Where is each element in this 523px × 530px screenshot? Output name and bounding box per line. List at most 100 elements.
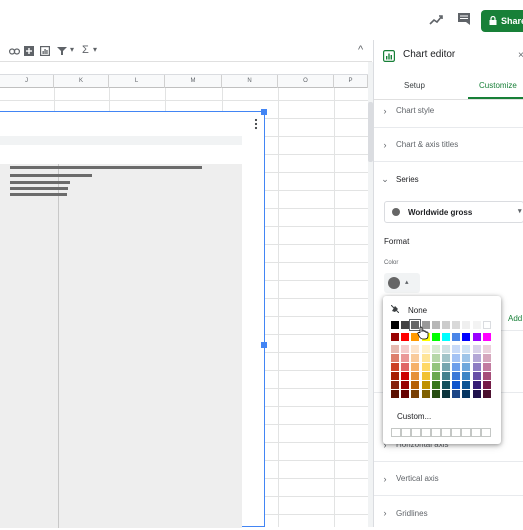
color-swatch[interactable] (472, 372, 481, 380)
color-swatch[interactable] (421, 345, 430, 353)
color-swatch[interactable] (452, 345, 461, 353)
color-swatch[interactable] (391, 345, 399, 353)
section-vertical-axis[interactable]: › Vertical axis (374, 462, 523, 496)
color-swatch[interactable] (442, 354, 450, 362)
chart-bar[interactable] (10, 181, 70, 184)
color-swatch[interactable] (452, 333, 461, 341)
custom-color-slot[interactable] (411, 428, 421, 437)
resize-handle-top-right[interactable] (261, 109, 267, 115)
color-swatch[interactable] (401, 390, 410, 398)
color-swatch[interactable] (431, 363, 440, 371)
color-swatch[interactable] (442, 345, 450, 353)
color-picker-button[interactable]: ▴ (384, 273, 420, 293)
color-swatch[interactable] (431, 381, 440, 389)
color-swatch[interactable] (431, 354, 440, 362)
add-button[interactable]: Add (508, 314, 522, 323)
custom-color-slot[interactable] (421, 428, 431, 437)
custom-color-slot[interactable] (451, 428, 461, 437)
color-swatch[interactable] (452, 390, 461, 398)
color-swatch[interactable] (421, 372, 430, 380)
color-swatch[interactable] (482, 333, 491, 341)
comment-icon[interactable] (457, 12, 471, 26)
custom-color-slot[interactable] (401, 428, 411, 437)
color-swatch[interactable] (431, 321, 440, 329)
section-series[interactable]: ⌄ Series (374, 162, 523, 196)
color-swatch[interactable] (442, 363, 450, 371)
custom-color-slot[interactable] (391, 428, 401, 437)
color-swatch[interactable] (431, 345, 440, 353)
color-swatch[interactable] (421, 363, 430, 371)
color-swatch[interactable] (462, 381, 471, 389)
functions-button[interactable]: Σ (82, 44, 89, 56)
color-swatch[interactable] (482, 354, 491, 362)
color-swatch[interactable] (401, 372, 410, 380)
color-swatch[interactable] (391, 354, 399, 362)
custom-color-slot[interactable] (431, 428, 441, 437)
chart-bar[interactable] (10, 166, 202, 169)
section-chart-axis-titles[interactable]: › Chart & axis titles (374, 128, 523, 162)
color-swatch[interactable] (452, 372, 461, 380)
color-swatch[interactable] (391, 333, 399, 341)
color-swatch[interactable] (482, 372, 491, 380)
functions-dropdown-icon[interactable]: ▾ (93, 45, 97, 54)
custom-color-slot[interactable] (481, 428, 491, 437)
tab-customize[interactable]: Customize (479, 81, 517, 90)
color-swatch[interactable] (391, 381, 399, 389)
color-swatch[interactable] (431, 333, 440, 341)
color-swatch[interactable] (482, 363, 491, 371)
color-swatch[interactable] (452, 354, 461, 362)
color-swatch[interactable] (401, 354, 410, 362)
color-swatch[interactable] (391, 363, 399, 371)
link-icon[interactable] (9, 47, 21, 58)
column-header-k[interactable]: K (54, 75, 109, 88)
chart-menu-icon[interactable] (254, 117, 258, 130)
insert-comment-icon[interactable] (24, 46, 34, 59)
color-swatch[interactable] (452, 363, 461, 371)
close-icon[interactable]: × (518, 50, 523, 61)
custom-color-slot[interactable] (441, 428, 451, 437)
column-header-o[interactable]: O (278, 75, 334, 88)
color-swatch[interactable] (452, 321, 461, 329)
collapse-toolbar-icon[interactable]: ^ (358, 44, 363, 56)
color-swatch[interactable] (442, 390, 450, 398)
color-swatch[interactable] (442, 333, 450, 341)
trending-icon[interactable] (428, 12, 444, 28)
filter-dropdown-icon[interactable]: ▾ (70, 45, 74, 54)
tab-setup[interactable]: Setup (404, 81, 425, 90)
color-swatch[interactable] (401, 321, 410, 329)
color-swatch[interactable] (462, 333, 471, 341)
color-swatch[interactable] (431, 372, 440, 380)
color-swatch[interactable] (472, 345, 481, 353)
chart-bar[interactable] (10, 174, 92, 177)
color-swatch[interactable] (391, 390, 399, 398)
color-swatch[interactable] (411, 390, 420, 398)
color-swatch[interactable] (442, 372, 450, 380)
color-swatch[interactable] (411, 372, 420, 380)
color-swatch[interactable] (411, 354, 420, 362)
color-swatch[interactable] (401, 345, 410, 353)
color-swatch[interactable] (421, 390, 430, 398)
column-header-l[interactable]: L (109, 75, 165, 88)
custom-color-slot[interactable] (461, 428, 471, 437)
color-swatch[interactable] (401, 333, 410, 341)
color-swatch[interactable] (462, 345, 471, 353)
custom-color-slot[interactable] (471, 428, 481, 437)
color-swatch[interactable] (462, 372, 471, 380)
color-swatch[interactable] (482, 390, 491, 398)
color-swatch[interactable] (472, 363, 481, 371)
series-select[interactable]: Worldwide gross ▾ (384, 201, 523, 223)
color-swatch[interactable] (472, 354, 481, 362)
color-swatch[interactable] (482, 321, 491, 329)
custom-color-label[interactable]: Custom... (397, 412, 431, 421)
chart-bar[interactable] (10, 187, 68, 190)
color-swatch[interactable] (421, 354, 430, 362)
embedded-chart[interactable] (0, 109, 267, 528)
insert-chart-icon[interactable] (40, 46, 51, 59)
color-swatch[interactable] (401, 363, 410, 371)
share-button[interactable]: Share (481, 10, 523, 32)
column-header-p[interactable]: P (334, 75, 368, 88)
color-swatch[interactable] (462, 354, 471, 362)
color-swatch[interactable] (482, 345, 491, 353)
color-swatch[interactable] (462, 390, 471, 398)
column-header-j[interactable]: J (0, 75, 54, 88)
